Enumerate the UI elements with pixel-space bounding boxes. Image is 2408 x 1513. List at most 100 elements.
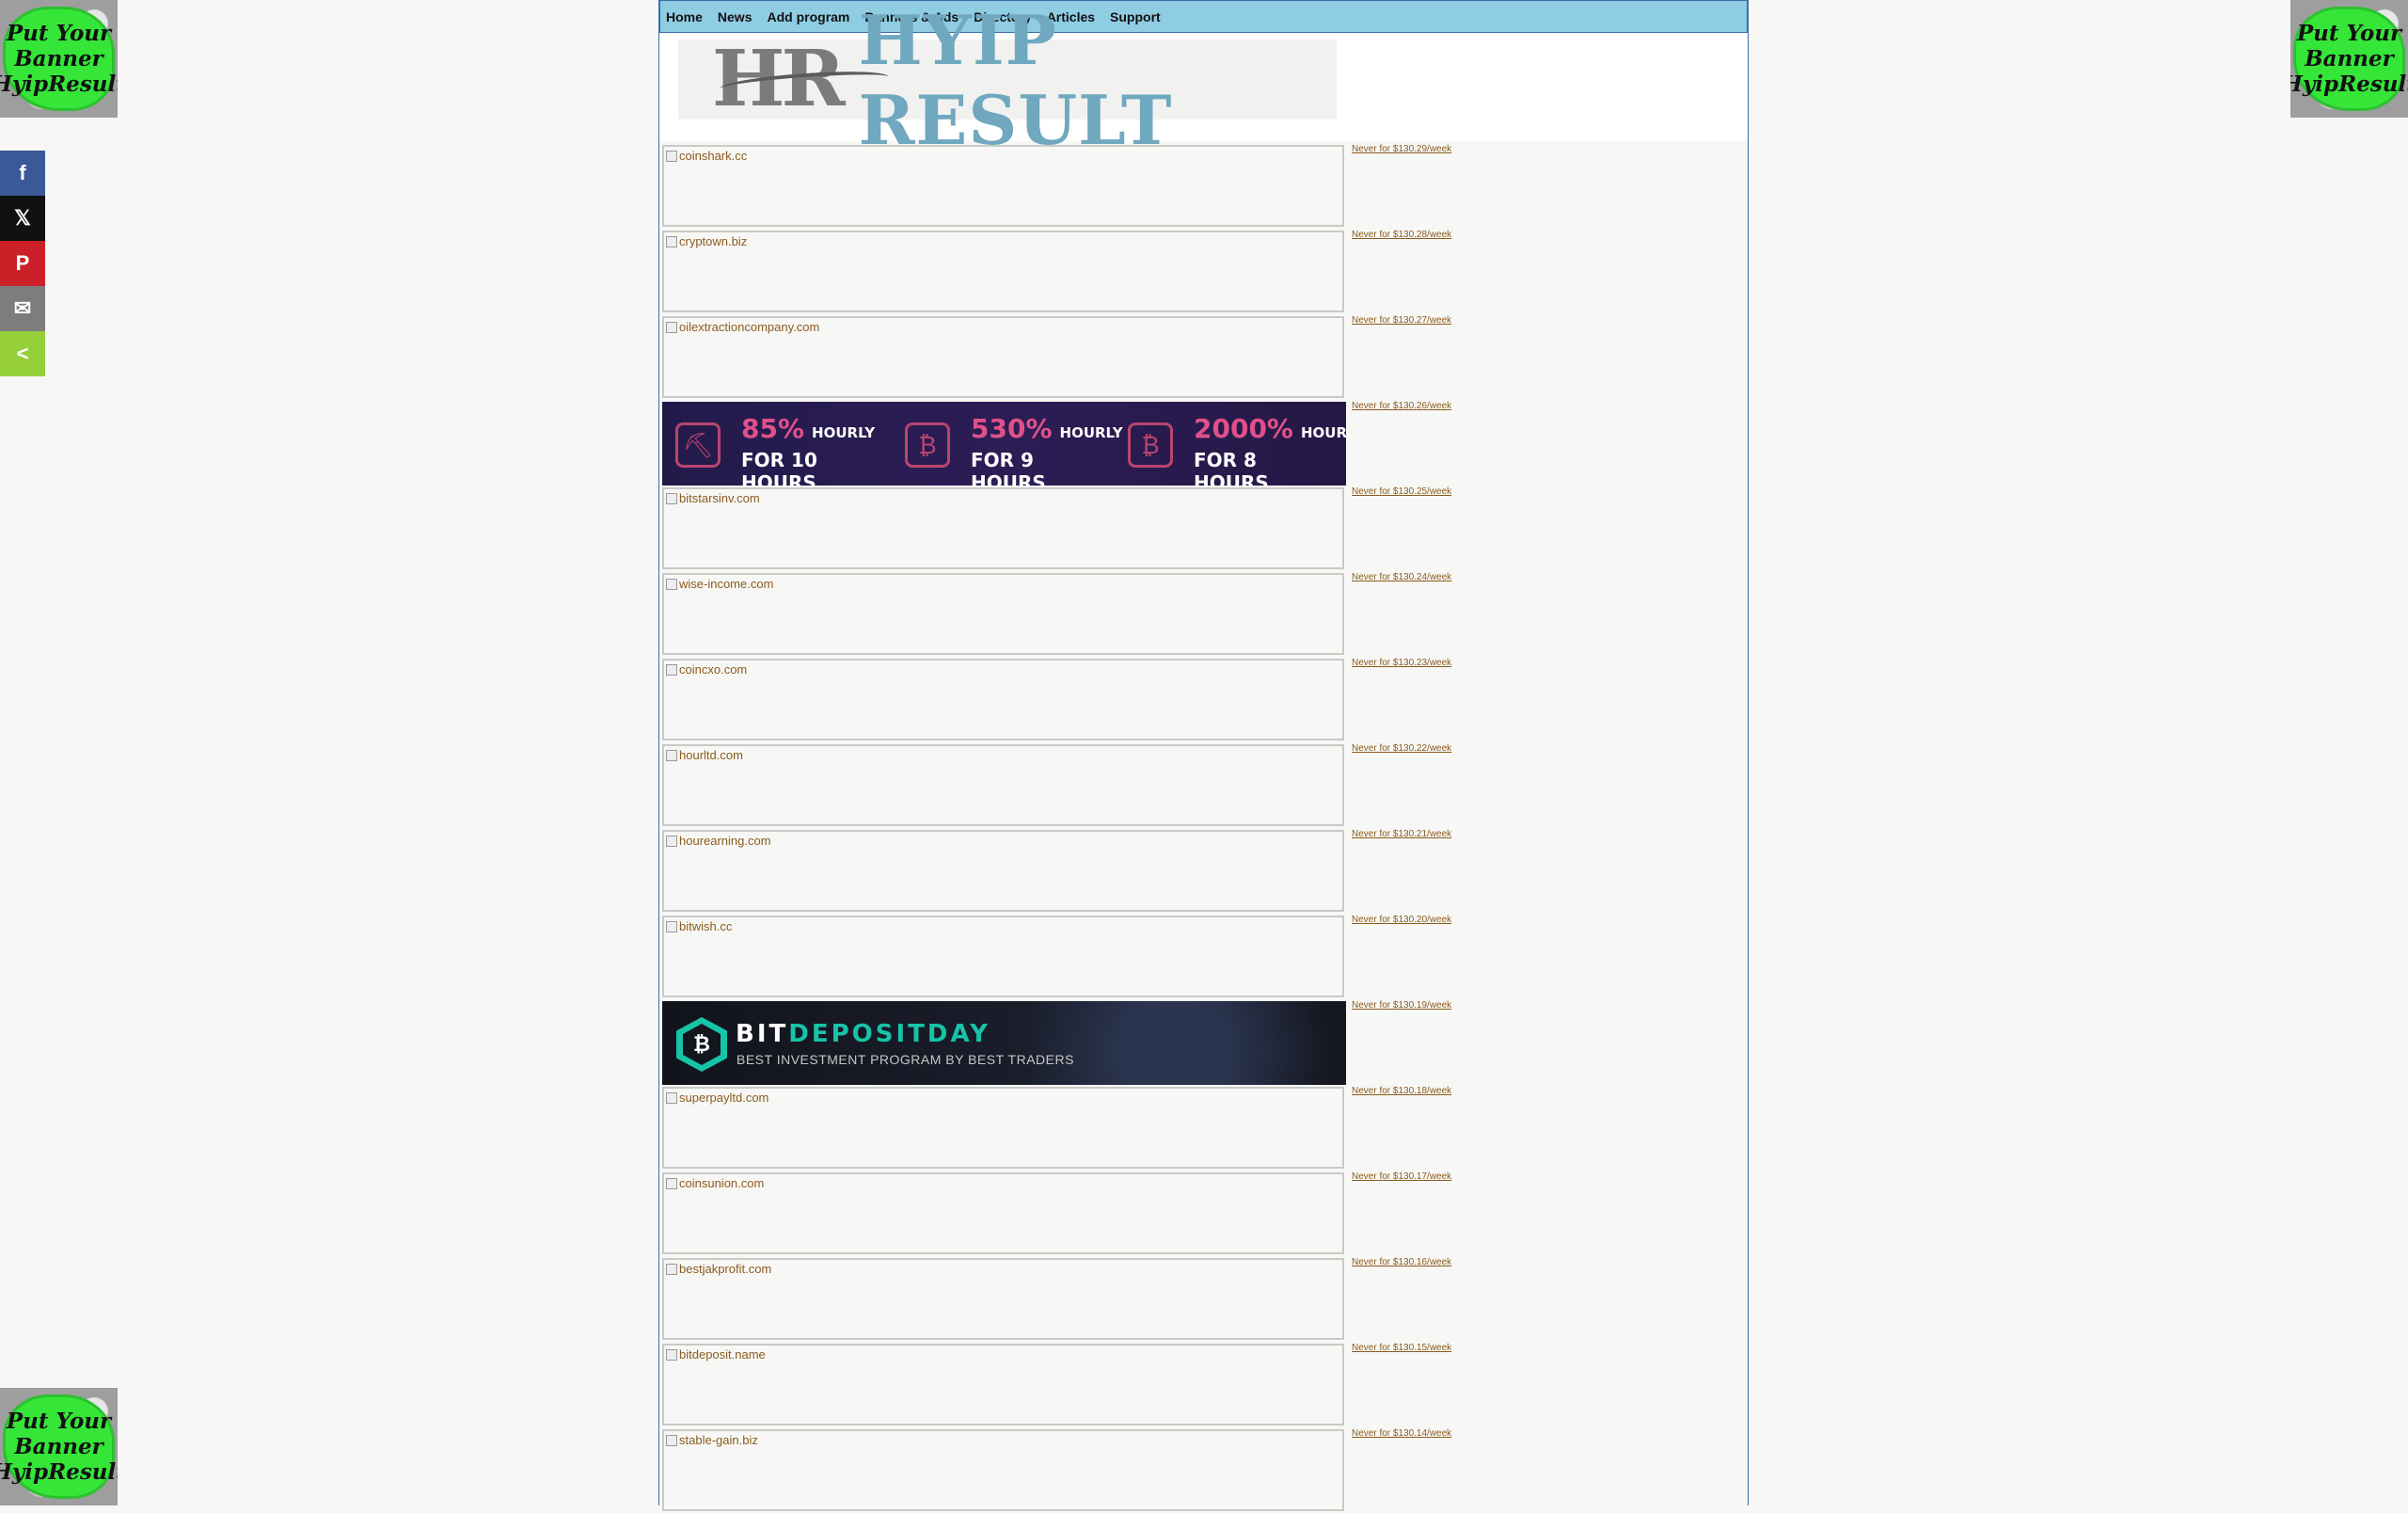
promo-block: ⛏ 85% HOURLY FOR 10 HOURS [675,413,882,486]
ad-text-line: HyipResult [2290,72,2408,97]
ad-text: Put Your Banner HyipResult [0,21,118,97]
menu-item-add-program[interactable]: Add program [767,9,849,24]
banner-alt-label: bitwish.cc [679,919,733,933]
broken-image-icon [666,492,677,504]
ad-text: Put Your Banner HyipResult [2290,21,2408,97]
banner-slot[interactable]: hourearning.com [662,830,1344,912]
advertise-price-link[interactable]: Never for $130.15/week [1352,1343,1451,1353]
banner-row: stable-gain.biz Never for $130.14/week [659,1427,1748,1513]
name-part-green: DEPOSITDAY [788,1020,990,1048]
broken-image-icon [666,1348,677,1361]
banner-row: superpayltd.com Never for $130.18/week [659,1085,1748,1171]
advertise-price-link[interactable]: Never for $130.21/week [1352,829,1451,839]
advertise-price-link[interactable]: Never for $130.27/week [1352,315,1451,326]
advertise-price-link[interactable]: Never for $130.24/week [1352,572,1451,582]
banner-row: bestjakprofit.com Never for $130.16/week [659,1256,1748,1342]
banner-alt-label: coinshark.cc [679,149,748,163]
banner-slot[interactable]: bitstarsinv.com [662,487,1344,569]
share-facebook-button[interactable]: f [0,151,45,196]
advertise-price-link[interactable]: Never for $130.23/week [1352,658,1451,668]
advertise-price-link[interactable]: Never for $130.14/week [1352,1428,1451,1439]
promo-rate: 530% HOURLY [971,413,1123,444]
banner-alt-label: oilextractioncompany.com [679,320,820,334]
banner-slot[interactable]: wise-income.com [662,573,1344,655]
promo-block: ₿ 2000% HOURLY FOR 8 HOURS [1128,413,1346,486]
broken-image-icon [666,663,677,676]
banner-alt-text: oilextractioncompany.com [666,320,819,334]
broken-image-icon [666,749,677,761]
advertise-price-link[interactable]: Never for $130.25/week [1352,486,1451,497]
banner-slot[interactable]: coinsunion.com [662,1172,1344,1254]
menu-item-news[interactable]: News [718,9,752,24]
promo-block: ₿ 530% HOURLY FOR 9 HOURS [905,413,1123,486]
broken-image-icon [666,1434,677,1446]
corner-banner-ad-bottom-left[interactable]: Put Your Banner HyipResult [0,1388,118,1505]
advertise-price-link[interactable]: Never for $130.17/week [1352,1171,1451,1182]
promo-duration: FOR 10 HOURS [741,449,817,486]
share-x-button[interactable]: 𝕏 [0,196,45,241]
banner-alt-label: coinsunion.com [679,1176,765,1190]
bitcoin-icon: ₿ [905,422,950,468]
banner-row: coinsunion.com Never for $130.17/week [659,1171,1748,1256]
banner-alt-label: bestjakprofit.com [679,1262,772,1276]
site-logo[interactable]: HR HYIP RESULT [678,0,1337,160]
banner-alt-text: coinshark.cc [666,149,747,163]
broken-image-icon [666,235,677,247]
banner-slot[interactable]: stable-gain.biz [662,1429,1344,1511]
advertise-price-link[interactable]: Never for $130.29/week [1352,144,1451,154]
banner-slot[interactable]: bitwish.cc [662,916,1344,997]
sharethis-icon: < [16,342,29,365]
ad-text-line: Banner [14,46,103,72]
bitdepositday-banner[interactable]: ₿ BITDEPOSITDAY BEST INVESTMENT PROGRAM BY… [662,1001,1346,1085]
banner-slot[interactable]: cryptown.biz [662,231,1344,312]
promo-rate: 85% HOURLY [741,413,875,444]
advertise-price-link[interactable]: Never for $130.20/week [1352,915,1451,925]
bitcoin-icon: ₿ [683,1024,721,1065]
banner-alt-text: superpayltd.com [666,1091,768,1105]
banner-alt-text: bestjakprofit.com [666,1262,771,1276]
advertise-price-link[interactable]: Never for $130.18/week [1352,1086,1451,1096]
banner-alt-label: stable-gain.biz [679,1433,758,1447]
ad-text-line: Banner [2305,46,2394,72]
bitcoin-hexagon-icon: ₿ [676,1017,727,1072]
promo-banner[interactable]: ⛏ 85% HOURLY FOR 10 HOURS ₿ 530% HOURLY FOR 9 H… [662,402,1346,486]
ad-text-line: Put Your [6,1409,112,1434]
share-email-button[interactable]: ✉ [0,286,45,331]
ad-text: Put Your Banner HyipResult [0,1409,118,1485]
advertise-price-link[interactable]: Never for $130.22/week [1352,743,1451,754]
banner-alt-text: bitwish.cc [666,919,732,933]
advertise-price-link[interactable]: Never for $130.16/week [1352,1257,1451,1267]
banner-slot[interactable]: bestjakprofit.com [662,1258,1344,1340]
site-header: HR HYIP RESULT [659,0,1748,160]
promo-duration: FOR 9 HOURS [971,449,1046,486]
banner-slot[interactable]: superpayltd.com [662,1087,1344,1169]
banner-alt-label: hourearning.com [679,834,771,848]
banner-alt-label: bitstarsinv.com [679,491,760,505]
banner-row: bitdeposit.name Never for $130.15/week [659,1342,1748,1427]
banner-row: ₿ BITDEPOSITDAY BEST INVESTMENT PROGRAM BY… [659,999,1748,1085]
share-pinterest-button[interactable]: P [0,241,45,286]
ad-text-line: Put Your [2296,21,2402,46]
banner-alt-text: coinsunion.com [666,1176,764,1190]
corner-banner-ad-top-left[interactable]: Put Your Banner HyipResult [0,0,118,118]
advertise-price-link[interactable]: Never for $130.28/week [1352,230,1451,240]
banner-slot[interactable]: oilextractioncompany.com [662,316,1344,398]
banner-slot[interactable]: coincxo.com [662,659,1344,741]
share-sharethis-button[interactable]: < [0,331,45,376]
main-container: Home News Add program Banners & Ads Director… [658,0,1749,1511]
pinterest-icon: P [15,251,30,275]
promo-duration: FOR 8 HOURS [1194,449,1269,486]
advertise-price-link[interactable]: Never for $130.19/week [1352,1000,1451,1011]
corner-banner-ad-top-right[interactable]: Put Your Banner HyipResult [2290,0,2408,118]
name-part-white: BIT [736,1020,789,1048]
banner-alt-text: hourltd.com [666,748,743,762]
banner-row: cryptown.biz Never for $130.28/week [659,229,1748,314]
banner-row: oilextractioncompany.com Never for $130.2… [659,314,1748,400]
banner-slot[interactable]: coinshark.cc [662,145,1344,227]
logo-text: HYIP RESULT [858,0,1173,160]
broken-image-icon [666,578,677,590]
menu-item-home[interactable]: Home [666,9,703,24]
advertise-price-link[interactable]: Never for $130.26/week [1352,401,1451,411]
banner-slot[interactable]: hourltd.com [662,744,1344,826]
banner-slot[interactable]: bitdeposit.name [662,1344,1344,1425]
